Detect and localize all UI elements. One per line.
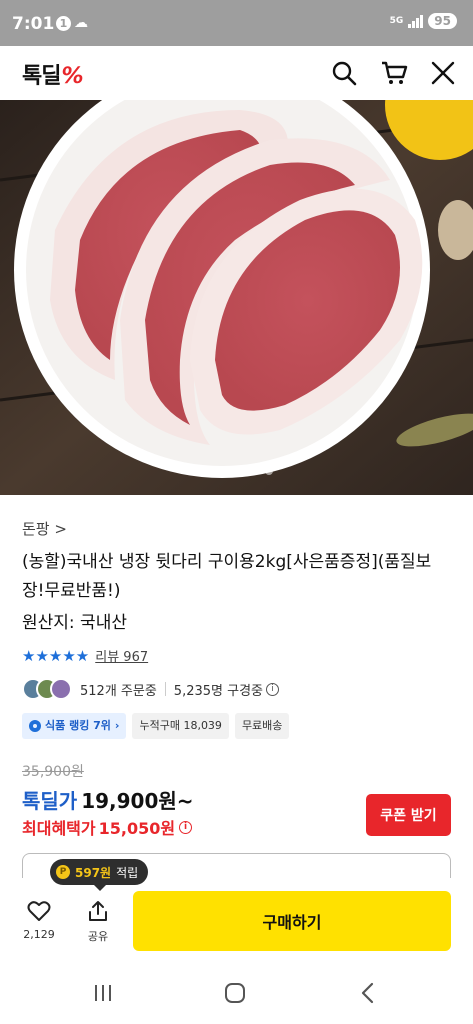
notification-badge: 1 [56, 16, 71, 31]
tag-row: 식품 랭킹 7위 › 누적구매 18,039 무료배송 [22, 713, 290, 739]
product-origin: 원산지: 국내산 [22, 613, 127, 633]
carousel-dot[interactable] [264, 467, 273, 475]
brand-logo[interactable]: 톡딜% [22, 58, 84, 90]
avatar [50, 678, 72, 700]
max-benefit-price: 15,050원 [98, 819, 176, 838]
back-icon[interactable] [353, 980, 383, 1006]
search-icon[interactable] [330, 59, 358, 87]
home-icon[interactable] [220, 980, 250, 1006]
deal-price-value: 19,900원~ [81, 789, 194, 813]
ranking-tag[interactable]: 식품 랭킹 7위 › [22, 713, 127, 739]
order-count: 512개 주문중 [80, 683, 157, 699]
point-reward-tooltip: P 597원 적립 [50, 859, 149, 891]
carousel-dot[interactable] [216, 467, 225, 475]
seller-name: 돈팡 [22, 520, 50, 538]
carousel-dot[interactable] [248, 467, 257, 475]
ranking-label: 식품 랭킹 7위 [45, 719, 111, 732]
deal-price-row: 톡딜가 19,900원~ [22, 785, 194, 814]
viewer-count: 5,235명 구경중 [173, 683, 263, 699]
carousel-dot[interactable] [232, 467, 241, 475]
heart-icon [27, 901, 51, 921]
carousel-dot[interactable] [200, 467, 209, 475]
system-nav-bar [0, 960, 473, 1024]
status-bar: 7:01 1 ☁ 5G 95 [0, 0, 473, 46]
cumulative-purchase-tag: 누적구매 18,039 [132, 713, 229, 739]
point-label: 적립 [116, 865, 139, 880]
product-image [0, 100, 473, 495]
chevron-right-icon: › [114, 719, 120, 732]
info-icon[interactable]: i [179, 820, 193, 834]
close-icon[interactable] [429, 59, 457, 87]
cart-icon[interactable] [380, 59, 408, 87]
logo-text: 톡딜 [22, 64, 61, 89]
product-image-carousel[interactable] [0, 100, 473, 495]
point-amount: 597원 [75, 865, 112, 880]
status-time: 7:01 [12, 14, 55, 34]
coin-icon: P [56, 865, 70, 879]
product-title: (농할)국내산 냉장 뒷다리 구이용2kg[사은품증정](품질보장!무료반품!) [22, 552, 432, 601]
app-header: 톡딜% [0, 46, 473, 100]
buy-button[interactable]: 구매하기 [133, 891, 451, 951]
seller-link[interactable]: 돈팡 > [22, 518, 67, 539]
original-price: 35,900원 [22, 764, 84, 780]
share-button[interactable]: 공유 [78, 900, 118, 944]
activity-row: 512개 주문중 5,235명 구경중 i [22, 677, 279, 701]
signal-icon [408, 14, 424, 28]
badge-icon [29, 720, 41, 732]
star-rating-icon: ★★★★★ [22, 646, 90, 665]
free-shipping-tag: 무료배송 [234, 713, 290, 739]
max-benefit-label: 최대혜택가 [22, 819, 96, 838]
recent-apps-icon[interactable] [88, 980, 118, 1006]
max-benefit-row: 최대혜택가 15,050원 i [22, 815, 193, 839]
share-label: 공유 [87, 930, 109, 943]
get-coupon-button[interactable]: 쿠폰 받기 [366, 794, 451, 836]
carousel-indicator [0, 467, 473, 475]
review-count-link[interactable]: 리뷰 967 [95, 646, 148, 665]
battery-level: 95 [428, 13, 457, 29]
like-button[interactable]: 2,129 [19, 900, 59, 941]
chevron-right-icon: > [54, 520, 67, 538]
share-icon [89, 901, 107, 921]
like-count: 2,129 [23, 928, 55, 941]
network-type: 5G [389, 16, 404, 26]
deal-price-label: 톡딜가 [22, 789, 78, 813]
rating-row[interactable]: ★★★★★ 리뷰 967 [22, 646, 148, 666]
cloud-icon: ☁ [74, 15, 88, 31]
info-icon[interactable]: i [266, 682, 279, 696]
divider [164, 682, 166, 696]
logo-mark: % [61, 64, 83, 89]
